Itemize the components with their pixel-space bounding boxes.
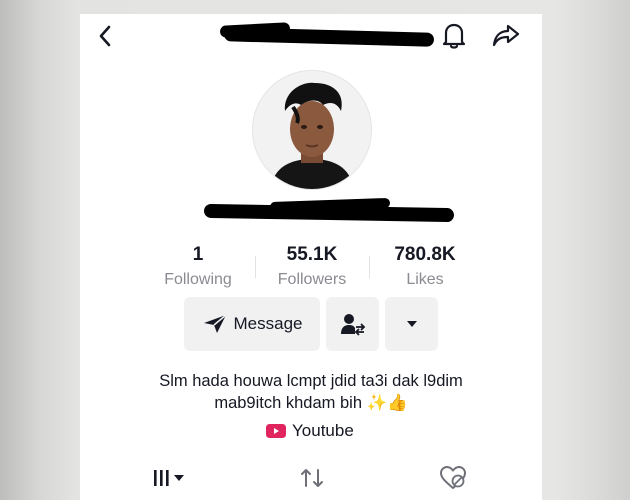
repost-icon <box>301 469 323 487</box>
message-button[interactable]: Message <box>184 297 320 351</box>
stat-following[interactable]: 1 Following <box>140 244 256 289</box>
user-swap-icon <box>340 314 365 336</box>
back-button[interactable] <box>94 22 118 50</box>
stat-label: Likes <box>406 271 444 288</box>
stat-label: Following <box>164 271 232 288</box>
paper-plane-icon <box>203 314 226 333</box>
message-label: Message <box>233 314 303 333</box>
bio-line: Slm hada houwa lcmpt jdid ta3i dak l9dim <box>159 372 463 390</box>
tab-liked[interactable] <box>438 464 468 492</box>
bell-icon <box>442 23 466 49</box>
stats-row: 1 Following 55.1K Followers 780.8K Likes <box>140 244 480 294</box>
avatar[interactable] <box>252 70 372 190</box>
bio-line: mab9itch khdam bih ✨👍 <box>214 394 408 412</box>
grid-icon <box>154 470 184 486</box>
tab-videos[interactable] <box>148 464 192 492</box>
share-arrow-icon <box>492 24 520 47</box>
notifications-button[interactable] <box>440 20 468 50</box>
stat-value: 1 <box>192 244 204 265</box>
caret-down-icon <box>406 321 417 327</box>
bio: Slm hada houwa lcmpt jdid ta3i dak l9dim… <box>80 370 542 414</box>
username-title <box>219 20 440 50</box>
profile-screen: 1 Following 55.1K Followers 780.8K Likes… <box>80 14 542 500</box>
profile-handle <box>200 197 460 228</box>
chevron-left-icon <box>99 25 111 47</box>
link-label: Youtube <box>292 421 354 440</box>
youtube-icon <box>266 424 286 438</box>
tab-reposts[interactable] <box>298 464 326 492</box>
stat-value: 55.1K <box>286 244 338 265</box>
stat-label: Followers <box>277 271 347 288</box>
share-button[interactable] <box>490 20 522 50</box>
youtube-link[interactable]: Youtube <box>266 419 366 443</box>
stat-value: 780.8K <box>394 244 456 265</box>
liked-heart-icon <box>440 466 466 489</box>
stat-likes[interactable]: 780.8K Likes <box>370 244 480 289</box>
stat-followers[interactable]: 55.1K Followers <box>256 244 368 289</box>
friend-button[interactable] <box>326 297 379 351</box>
more-options-button[interactable] <box>385 297 438 351</box>
avatar-image <box>253 71 371 189</box>
